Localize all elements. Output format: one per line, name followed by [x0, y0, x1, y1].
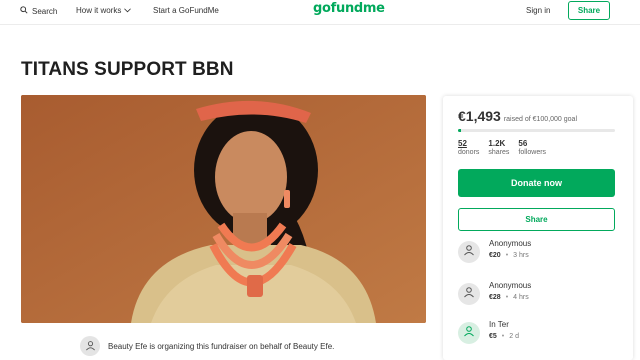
donate-now-button[interactable]: Donate now	[458, 169, 615, 197]
donor-name: Anonymous	[489, 239, 532, 248]
progress-fill	[458, 129, 462, 132]
top-header: Search How it works Start a GoFundMe gof…	[0, 0, 640, 25]
campaign-title: TITANS SUPPORT BBN	[21, 59, 234, 80]
donor-name: In Ter	[489, 320, 509, 329]
stat-label: donors	[458, 149, 480, 156]
progress-bar	[458, 129, 615, 132]
stats-row: 52 donors 1.2K shares 56 followers	[458, 139, 546, 156]
stat-label: shares	[488, 149, 510, 156]
donation-item: Anonymous €20 • 3 hrs	[458, 239, 531, 263]
separator-dot: •	[505, 252, 509, 259]
raised-amount: €1,493	[458, 108, 501, 124]
donor-name: Anonymous	[489, 281, 532, 290]
logo-text: gofundme	[313, 1, 385, 16]
stat-label: followers	[518, 149, 547, 156]
start-gofundme-link[interactable]: Start a GoFundMe	[153, 6, 219, 15]
search-icon	[20, 6, 28, 16]
donation-time: 2 d	[509, 333, 519, 340]
chevron-down-icon	[124, 6, 132, 15]
stat-number: 52	[458, 139, 467, 148]
how-it-works-menu[interactable]: How it works	[76, 6, 132, 15]
search-link[interactable]: Search	[20, 6, 57, 16]
stat-number: 56	[518, 139, 528, 148]
donor-avatar	[458, 322, 480, 344]
donation-amount: €5	[489, 333, 497, 340]
search-label: Search	[32, 6, 58, 16]
stat-number: 1.2K	[488, 139, 506, 148]
campaign-hero-image[interactable]	[21, 95, 426, 323]
stat-shares: 1.2K shares	[488, 139, 509, 156]
user-icon	[463, 324, 475, 342]
donor-avatar	[458, 283, 480, 305]
separator-dot: •	[501, 333, 505, 340]
sign-in-link[interactable]: Sign in	[526, 6, 550, 15]
donation-time: 3 hrs	[513, 252, 529, 259]
share-button[interactable]: Share	[458, 208, 615, 231]
organizer-text: Beauty Efe is organizing this fundraiser…	[108, 341, 335, 351]
donation-amount: €20	[489, 252, 501, 259]
user-icon	[463, 285, 475, 303]
donor-avatar	[458, 241, 480, 263]
donation-item: In Ter €5 • 2 d	[458, 320, 519, 344]
donation-item: Anonymous €28 • 4 hrs	[458, 281, 531, 305]
donation-time: 4 hrs	[513, 294, 529, 301]
organizer-avatar	[80, 336, 100, 356]
gofundme-logo[interactable]: gofundme	[313, 1, 385, 16]
separator-dot: •	[505, 294, 509, 301]
stat-donors[interactable]: 52 donors	[458, 139, 479, 156]
user-icon	[463, 243, 475, 261]
raised-goal: raised of €100,000 goal	[503, 116, 577, 123]
donation-sidebar: €1,493 raised of €100,000 goal 52 donors…	[443, 96, 633, 360]
header-share-button[interactable]: Share	[568, 1, 610, 20]
donation-amount: €28	[489, 294, 501, 301]
how-it-works-label: How it works	[76, 6, 122, 15]
raised-summary: €1,493 raised of €100,000 goal	[458, 108, 577, 124]
organizer-strip: Beauty Efe is organizing this fundraiser…	[80, 336, 334, 356]
user-icon	[85, 340, 96, 353]
stat-followers: 56 followers	[518, 139, 546, 156]
